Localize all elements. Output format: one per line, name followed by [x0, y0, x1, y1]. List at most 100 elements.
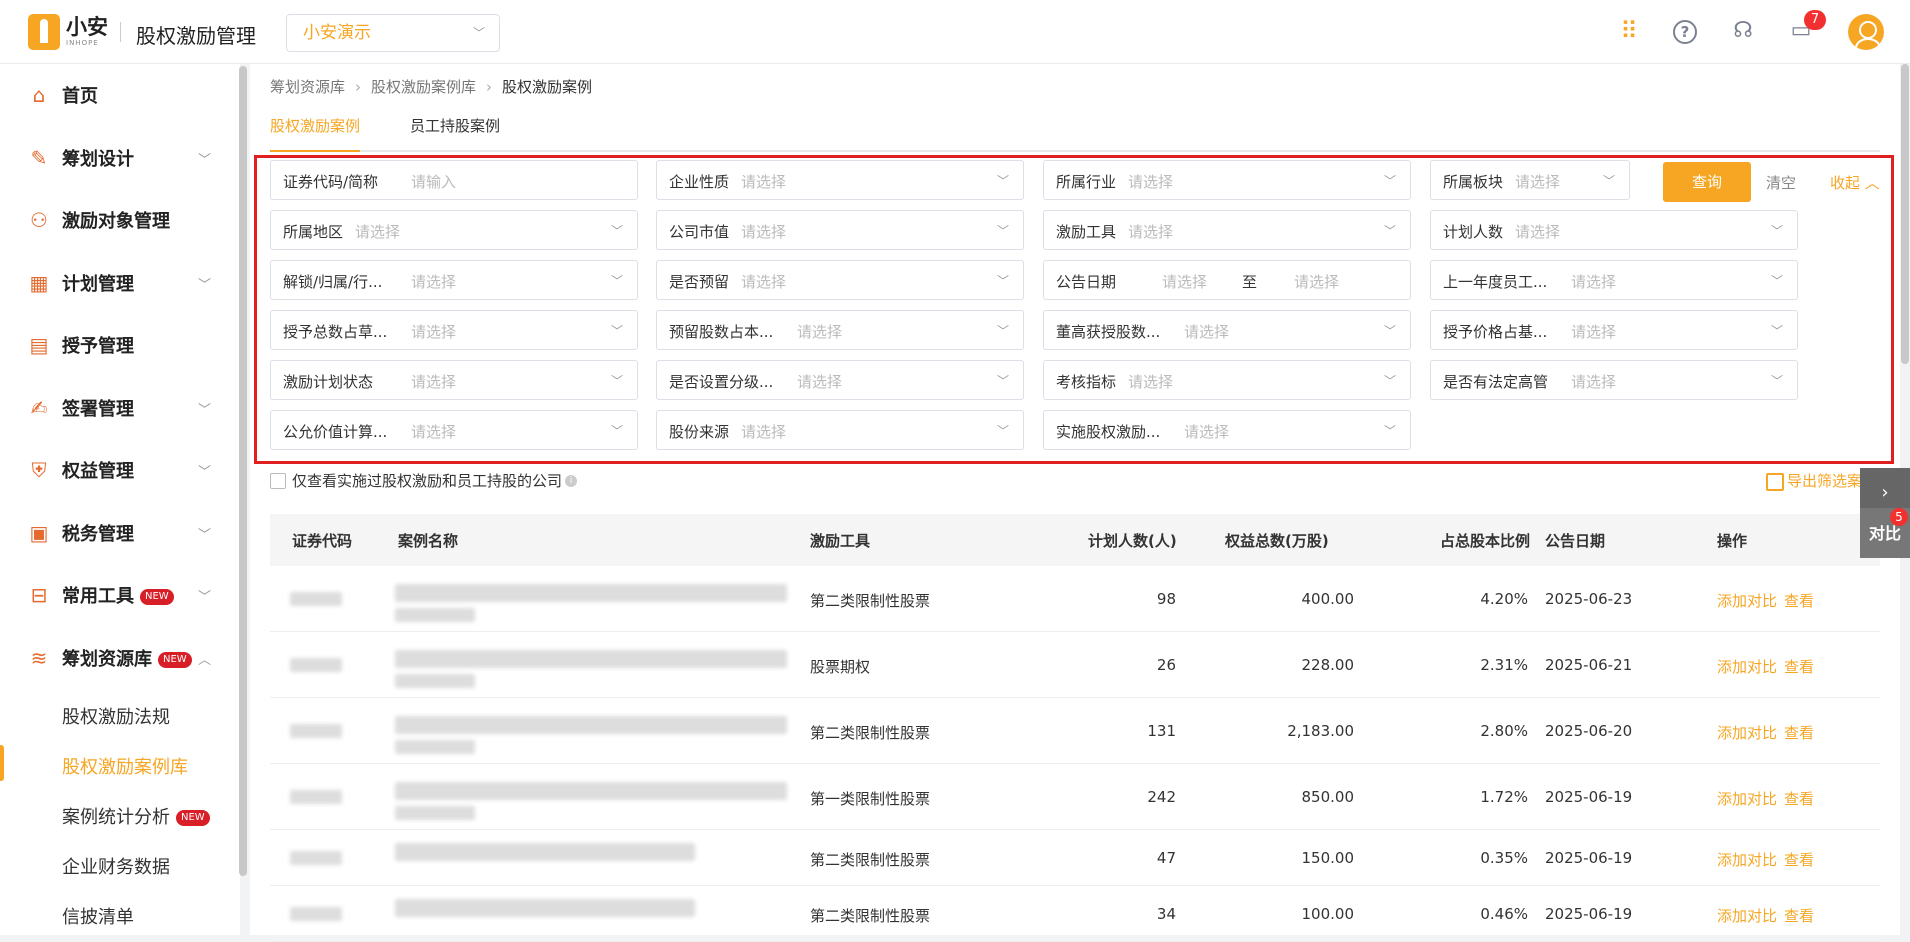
- filter-field[interactable]: 证券代码/简称 请输入: [270, 160, 638, 200]
- filter-field[interactable]: 解锁/归属/行... 请选择 ﹀: [270, 260, 638, 300]
- sign-icon: ✍: [30, 396, 48, 420]
- cell-date: 2025-06-21: [1545, 656, 1633, 674]
- filter-field[interactable]: 激励计划状态 请选择 ﹀: [270, 360, 638, 400]
- sidebar-sub-disclosure-list[interactable]: 信披清单: [0, 891, 240, 935]
- apps-grid-icon[interactable]: ⠿: [1614, 16, 1644, 46]
- filter-field[interactable]: 是否预留 请选择 ﹀: [656, 260, 1024, 300]
- filter-placeholder: 请选择: [1128, 373, 1174, 391]
- view-link[interactable]: 查看: [1784, 590, 1814, 611]
- add-compare-link[interactable]: 添加对比: [1717, 788, 1777, 809]
- sidebar-item-incentive-targets[interactable]: ⚇ 激励对象管理: [0, 198, 240, 242]
- filter-field[interactable]: 是否有法定高管 请选择 ﹀: [1430, 360, 1798, 400]
- table-row[interactable]: 股票期权 26 228.00 2.31% 2025-06-21 添加对比 查看: [270, 632, 1880, 698]
- table-row[interactable]: 第二类限制性股票 131 2,183.00 2.80% 2025-06-20 添加对比 查看: [270, 698, 1880, 764]
- compare-count-badge: 5: [1890, 508, 1908, 526]
- filter-field[interactable]: 企业性质 请选择 ﹀: [656, 160, 1024, 200]
- add-compare-link[interactable]: 添加对比: [1717, 849, 1777, 870]
- view-link[interactable]: 查看: [1784, 656, 1814, 677]
- sidebar-item-home[interactable]: ⌂ 首页: [0, 73, 240, 117]
- sidebar-sub-case-library[interactable]: 股权激励案例库: [0, 741, 240, 785]
- info-icon[interactable]: i: [565, 474, 578, 487]
- sidebar-item-sign-management[interactable]: ✍ 签署管理 ﹀: [0, 386, 240, 430]
- user-avatar[interactable]: [1848, 14, 1884, 50]
- filter-field[interactable]: 激励工具 请选择 ﹀: [1043, 210, 1411, 250]
- tab-employee-cases[interactable]: 员工持股案例: [410, 114, 500, 152]
- filter-field[interactable]: 授予价格占基... 请选择 ﹀: [1430, 310, 1798, 350]
- table-row[interactable]: 第二类限制性股票 34 100.00 0.46% 2025-06-19 添加对比 查看: [270, 886, 1880, 942]
- clear-button[interactable]: 清空: [1766, 172, 1796, 193]
- view-link[interactable]: 查看: [1784, 788, 1814, 809]
- filter-placeholder: 请选择: [1571, 373, 1617, 391]
- chevron-down-icon: ﹀: [610, 224, 623, 238]
- query-button[interactable]: 查询: [1663, 162, 1751, 202]
- customer-service-icon[interactable]: ☊: [1728, 16, 1758, 46]
- col-header-total: 权益总数(万股): [1225, 532, 1329, 550]
- cell-ratio: 0.46%: [1480, 905, 1528, 923]
- sidebar-item-label: 激励对象管理: [62, 211, 170, 232]
- add-compare-link[interactable]: 添加对比: [1717, 656, 1777, 677]
- help-icon[interactable]: ?: [1670, 16, 1700, 46]
- redacted-case-name-line2: [395, 674, 475, 688]
- breadcrumb-item[interactable]: 股权激励案例库: [371, 78, 476, 96]
- filter-field[interactable]: 计划人数 请选择 ﹀: [1430, 210, 1798, 250]
- breadcrumb-item[interactable]: 筹划资源库: [270, 78, 345, 96]
- filter-field[interactable]: 授予总数占草... 请选择 ﹀: [270, 310, 638, 350]
- filter-field[interactable]: 公允价值计算... 请选择 ﹀: [270, 410, 638, 450]
- checkbox-label: 仅查看实施过股权激励和员工持股的公司: [292, 472, 563, 490]
- filter-field[interactable]: 所属板块 请选择 ﹀: [1430, 160, 1630, 200]
- view-link[interactable]: 查看: [1784, 722, 1814, 743]
- filter-field[interactable]: 上一年度员工... 请选择 ﹀: [1430, 260, 1798, 300]
- sidebar-item-grant-management[interactable]: ▤ 授予管理: [0, 323, 240, 367]
- table-row[interactable]: 第二类限制性股票 47 150.00 0.35% 2025-06-19 添加对比 查看: [270, 830, 1880, 886]
- implemented-only-filter[interactable]: 仅查看实施过股权激励和员工持股的公司 i: [270, 470, 578, 491]
- cell-people: 98: [1156, 590, 1176, 608]
- filter-placeholder: 请选择: [797, 373, 843, 391]
- sidebar-item-plan-management[interactable]: ▦ 计划管理 ﹀: [0, 261, 240, 305]
- sidebar-item-equity-management[interactable]: ⛨ 权益管理 ﹀: [0, 448, 240, 492]
- add-compare-link[interactable]: 添加对比: [1717, 905, 1777, 926]
- cell-tool: 第二类限制性股票: [810, 724, 931, 742]
- filter-field[interactable]: 公告日期 请选择 至 请选择: [1043, 260, 1411, 300]
- collapse-button[interactable]: 收起 ︿: [1830, 172, 1880, 193]
- filter-field[interactable]: 公司市值 请选择 ﹀: [656, 210, 1024, 250]
- filter-field[interactable]: 预留股数占本... 请选择 ﹀: [656, 310, 1024, 350]
- filter-field[interactable]: 考核指标 请选择 ﹀: [1043, 360, 1411, 400]
- add-compare-link[interactable]: 添加对比: [1717, 590, 1777, 611]
- new-badge: NEW: [158, 652, 192, 668]
- cell-total: 150.00: [1301, 849, 1355, 867]
- sidebar-sub-case-stats[interactable]: 案例统计分析 NEW: [0, 791, 240, 835]
- tab-equity-cases[interactable]: 股权激励案例: [270, 114, 361, 152]
- sidebar-item-planning-design[interactable]: ✎ 筹划设计 ﹀: [0, 136, 240, 180]
- filter-label: 计划人数: [1443, 223, 1504, 241]
- redacted-code: [290, 658, 342, 672]
- filter-field[interactable]: 实施股权激励... 请选择 ﹀: [1043, 410, 1411, 450]
- org-select[interactable]: 小安演示 ﹀: [286, 14, 500, 52]
- filter-field[interactable]: 是否设置分级... 请选择 ﹀: [656, 360, 1024, 400]
- checkbox[interactable]: [270, 472, 286, 489]
- cell-total: 400.00: [1301, 590, 1355, 608]
- sidebar-item-tax-management[interactable]: ▣ 税务管理 ﹀: [0, 511, 240, 555]
- sidebar-item-resource-library[interactable]: ≋ 筹划资源库 NEW ︿: [0, 636, 240, 680]
- sidebar-item-common-tools[interactable]: ⊟ 常用工具 NEW ﹀: [0, 573, 240, 617]
- view-link[interactable]: 查看: [1784, 849, 1814, 870]
- filter-placeholder: 请选择: [1162, 273, 1208, 291]
- redacted-case-name: [395, 716, 787, 734]
- view-link[interactable]: 查看: [1784, 905, 1814, 926]
- top-header: 小安 INHOPE 股权激励管理 小安演示 ﹀ ⠿ ? ☊ ▭ 7: [0, 0, 1910, 64]
- chevron-down-icon: ﹀: [1383, 374, 1396, 388]
- filter-field[interactable]: 股份来源 请选择 ﹀: [656, 410, 1024, 450]
- logo[interactable]: 小安 INHOPE: [28, 14, 108, 50]
- filter-field[interactable]: 所属地区 请选择 ﹀: [270, 210, 638, 250]
- table-row[interactable]: 第二类限制性股票 98 400.00 4.20% 2025-06-23 添加对比 查看: [270, 566, 1880, 632]
- chevron-down-icon: ﹀: [1770, 224, 1783, 238]
- filter-field[interactable]: 董高获授股数... 请选择 ﹀: [1043, 310, 1411, 350]
- sidebar-sub-regulations[interactable]: 股权激励法规: [0, 691, 240, 735]
- add-compare-link[interactable]: 添加对比: [1717, 722, 1777, 743]
- filter-field[interactable]: 所属行业 请选择 ﹀: [1043, 160, 1411, 200]
- book-icon: ▤: [29, 333, 49, 357]
- redacted-code: [290, 724, 342, 738]
- table-row[interactable]: 第一类限制性股票 242 850.00 1.72% 2025-06-19 添加对比 查看: [270, 764, 1880, 830]
- sidebar-sub-financial-data[interactable]: 企业财务数据: [0, 841, 240, 885]
- page-scrollbar-thumb[interactable]: [1901, 64, 1909, 364]
- sidebar-scrollbar[interactable]: [239, 66, 247, 876]
